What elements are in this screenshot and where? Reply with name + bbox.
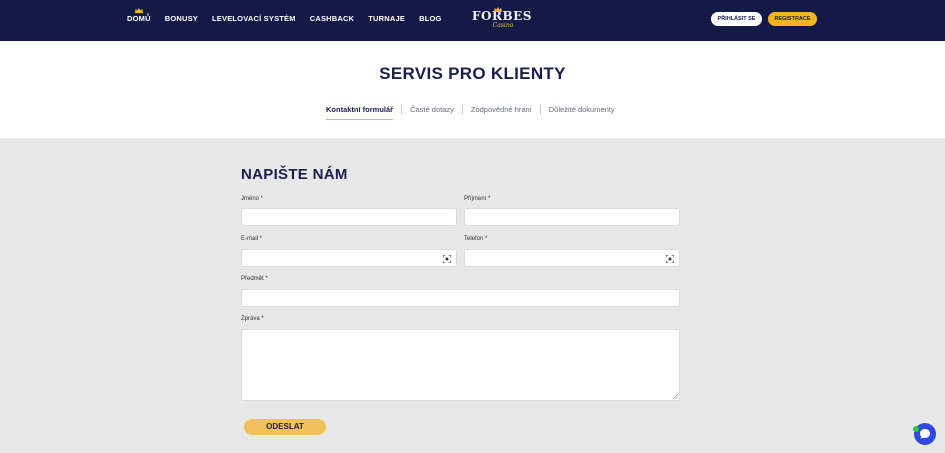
- nav-item-blog[interactable]: BLOG: [419, 14, 441, 23]
- nav-item-home[interactable]: DOMŮ: [127, 8, 151, 23]
- page-title: SERVIS PRO KLIENTY: [379, 64, 566, 83]
- tab-responsible-gaming[interactable]: Zodpovědné hraní: [471, 105, 532, 114]
- nav-item-label: DOMŮ: [127, 14, 151, 23]
- chat-bubble-icon: [920, 429, 930, 439]
- first-name-label: Jméno *: [241, 196, 264, 202]
- support-tabs: Kontaktní formulář Časté dotazy Zodpověd…: [326, 105, 615, 120]
- email-field[interactable]: [241, 249, 457, 267]
- subject-field[interactable]: [241, 289, 680, 307]
- logo-crown-icon: [494, 7, 502, 12]
- logo-subtitle: Casino: [492, 22, 514, 29]
- register-button[interactable]: REGISTRACE: [768, 12, 817, 26]
- page-header-section: SERVIS PRO KLIENTY Kontaktní formulář Ča…: [0, 41, 945, 138]
- crown-icon: [134, 8, 144, 13]
- top-navigation-bar: DOMŮ BONUSY LEVELOVACÍ SYSTÉM CASHBACK T…: [0, 0, 945, 41]
- phone-field[interactable]: [464, 249, 680, 267]
- subject-label: Předmět *: [241, 276, 268, 282]
- nav-item-level-system[interactable]: LEVELOVACÍ SYSTÉM: [212, 14, 296, 23]
- resize-handle-icon[interactable]: [673, 394, 678, 399]
- tab-contact-form[interactable]: Kontaktní formulář: [326, 105, 394, 120]
- email-label: E-mail *: [241, 236, 263, 242]
- message-label: Zpráva *: [241, 316, 264, 322]
- phone-label: Telefon *: [464, 236, 488, 242]
- tab-important-documents[interactable]: Důležité dokumenty: [549, 105, 615, 114]
- tab-faq[interactable]: Časté dotazy: [410, 105, 454, 114]
- autofill-scan-icon[interactable]: [443, 255, 451, 263]
- nav-item-bonuses[interactable]: BONUSY: [165, 14, 198, 23]
- autofill-scan-icon[interactable]: [666, 255, 674, 263]
- first-name-field[interactable]: [241, 208, 457, 226]
- login-button[interactable]: PŘIHLÁSIT SE: [711, 12, 762, 26]
- nav-item-tournaments[interactable]: TURNAJE: [368, 14, 405, 23]
- last-name-field[interactable]: [464, 208, 680, 226]
- site-logo[interactable]: FORBES Casino: [472, 7, 531, 32]
- nav-item-cashback[interactable]: CASHBACK: [310, 14, 355, 23]
- tab-divider: [401, 105, 403, 114]
- tab-divider: [539, 105, 541, 114]
- tab-divider: [461, 105, 463, 114]
- last-name-label: Příjmení *: [464, 196, 491, 202]
- form-title: NAPIŠTE NÁM: [241, 166, 348, 183]
- online-status-dot: [913, 426, 919, 432]
- message-textarea[interactable]: [241, 329, 680, 401]
- submit-button[interactable]: ODESLAT: [244, 419, 326, 435]
- main-nav: DOMŮ BONUSY LEVELOVACÍ SYSTÉM CASHBACK T…: [127, 8, 456, 23]
